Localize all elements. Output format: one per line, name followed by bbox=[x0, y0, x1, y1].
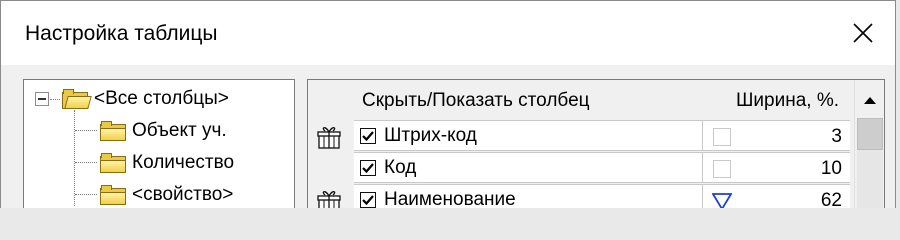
tree-item-all-columns[interactable]: <Все столбцы> bbox=[62, 87, 229, 111]
tree-item-property[interactable]: <свойство> bbox=[100, 183, 233, 207]
scroll-thumb[interactable] bbox=[857, 118, 883, 150]
column-width-value: 62 bbox=[820, 190, 842, 208]
title-bar: Настройка таблицы bbox=[1, 1, 895, 65]
vertical-scrollbar[interactable] bbox=[854, 80, 884, 208]
header-width[interactable]: Ширина, %. bbox=[736, 90, 839, 112]
tree-connector bbox=[75, 162, 97, 163]
folder-icon bbox=[100, 153, 126, 173]
visibility-checkbox[interactable] bbox=[360, 127, 376, 144]
scroll-up-button[interactable] bbox=[857, 82, 883, 118]
tree-item-label: <Все столбцы> bbox=[94, 88, 229, 109]
column-name: Штрих-код bbox=[384, 124, 477, 146]
visibility-checkbox[interactable] bbox=[360, 191, 376, 208]
column-width-cell[interactable]: 3 bbox=[702, 120, 850, 151]
column-width-cell[interactable]: 62 bbox=[702, 184, 850, 208]
gift-icon[interactable] bbox=[316, 124, 342, 150]
tree-item-object[interactable]: Объект уч. bbox=[100, 119, 227, 143]
gift-icon[interactable] bbox=[316, 188, 342, 208]
close-icon bbox=[853, 23, 873, 43]
visibility-checkbox[interactable] bbox=[360, 159, 376, 176]
table-settings-dialog: Настройка таблицы <Все столбцы> Объект у… bbox=[0, 0, 896, 208]
column-name-cell[interactable]: Наименование bbox=[354, 184, 702, 208]
tree-item-label: Объект уч. bbox=[132, 120, 227, 141]
grid-header: Скрыть/Показать столбец Ширина, %. bbox=[308, 80, 856, 120]
tree-connector bbox=[50, 99, 60, 100]
column-width-value: 10 bbox=[820, 158, 842, 179]
column-name-cell[interactable]: Код bbox=[354, 152, 702, 183]
table-row[interactable]: Штрих-код 3 bbox=[308, 120, 856, 152]
tree-item-label: Количество bbox=[132, 152, 235, 173]
table-row[interactable]: Наименование 62 bbox=[308, 184, 856, 208]
tree-connector bbox=[75, 194, 97, 195]
width-flag-icon bbox=[713, 128, 731, 146]
close-button[interactable] bbox=[831, 1, 895, 65]
column-name: Наименование bbox=[384, 188, 516, 209]
columns-grid: Скрыть/Показать столбец Ширина, %. Штрих… bbox=[307, 79, 885, 208]
tree-item-label: <свойство> bbox=[132, 184, 234, 205]
column-name-cell[interactable]: Штрих-код bbox=[354, 120, 702, 151]
table-row[interactable]: Код 10 bbox=[308, 152, 856, 184]
width-flag-icon bbox=[713, 160, 731, 178]
folder-icon bbox=[100, 185, 126, 205]
scroll-track[interactable] bbox=[857, 150, 883, 208]
scroll-up-arrow-icon bbox=[864, 97, 876, 104]
column-name: Код bbox=[384, 156, 417, 178]
dialog-title: Настройка таблицы bbox=[25, 22, 218, 45]
tree-connector bbox=[74, 110, 75, 206]
column-tree[interactable]: <Все столбцы> Объект уч. Количество <сво… bbox=[23, 79, 295, 208]
folder-open-icon bbox=[62, 89, 92, 109]
column-width-cell[interactable]: 10 bbox=[702, 152, 850, 183]
folder-icon bbox=[100, 121, 126, 141]
tree-connector bbox=[75, 130, 97, 131]
sort-down-icon[interactable] bbox=[712, 193, 732, 208]
column-width-value: 3 bbox=[831, 126, 842, 147]
tree-item-quantity[interactable]: Количество bbox=[100, 151, 234, 175]
header-show-hide[interactable]: Скрыть/Показать столбец bbox=[362, 90, 590, 112]
collapse-toggle-icon[interactable] bbox=[35, 92, 49, 106]
